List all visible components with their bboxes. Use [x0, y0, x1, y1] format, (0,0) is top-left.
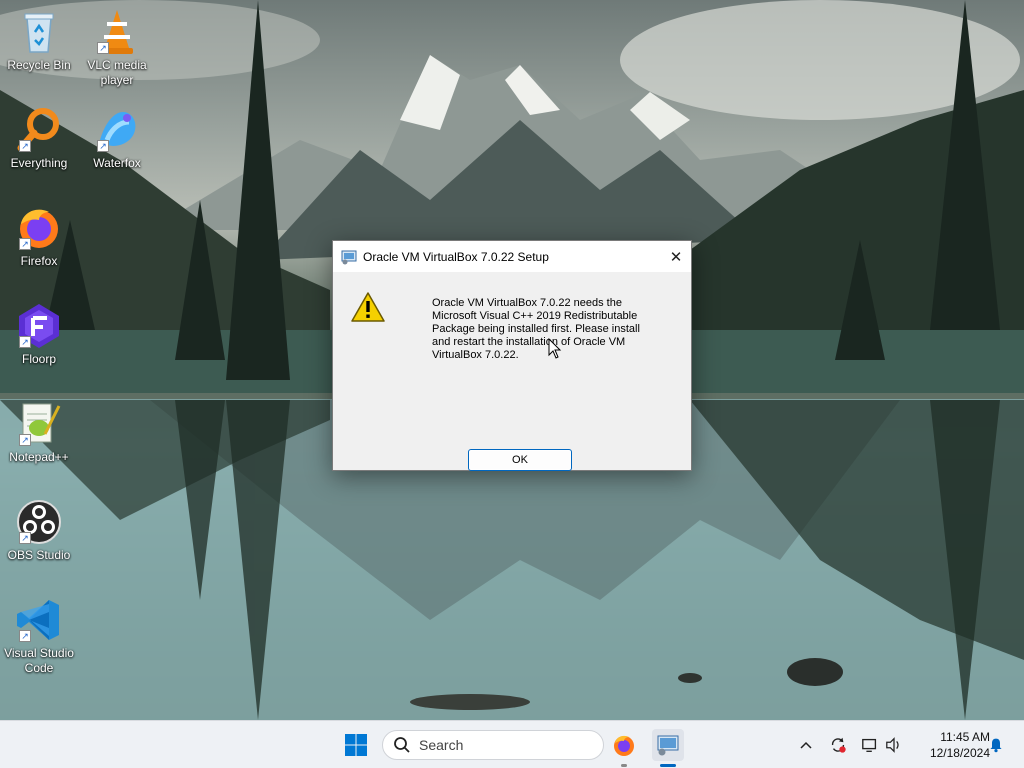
- desktop-icon-label: Everything: [10, 156, 68, 170]
- desktop-icon-notepadpp[interactable]: ↗ Notepad++: [0, 400, 78, 465]
- desktop-icon-firefox[interactable]: ↗ Firefox: [0, 204, 78, 269]
- desktop-icon-label: Waterfox: [93, 156, 141, 170]
- vscode-icon: ↗: [15, 596, 63, 644]
- desktop-icon-vlc[interactable]: ↗ VLC media player: [78, 8, 156, 88]
- shortcut-arrow-icon: ↗: [19, 336, 31, 348]
- desktop-icon-label: Recycle Bin: [7, 58, 71, 72]
- desktop-icon-everything[interactable]: ↗ Everything: [0, 106, 78, 171]
- virtualbox-setup-icon: [341, 249, 357, 265]
- virtualbox-setup-icon: [657, 735, 679, 756]
- warning-icon: [351, 292, 385, 322]
- setup-dialog: Oracle VM VirtualBox 7.0.22 Setup ✕ Orac…: [332, 240, 692, 471]
- mouse-cursor-icon: [548, 338, 562, 359]
- search-placeholder: Search: [419, 737, 464, 753]
- desktop-icon-waterfox[interactable]: ↗ Waterfox: [78, 106, 156, 171]
- desktop-icon-recycle-bin[interactable]: Recycle Bin: [0, 8, 78, 73]
- close-button[interactable]: ✕: [661, 241, 691, 272]
- dialog-body: Oracle VM VirtualBox 7.0.22 needs the Mi…: [333, 272, 691, 472]
- desktop-icon-label: Floorp: [21, 352, 56, 366]
- ok-button[interactable]: OK: [468, 449, 572, 471]
- shortcut-arrow-icon: ↗: [19, 140, 31, 152]
- taskbar-clock[interactable]: 11:45 AM 12/18/2024: [912, 729, 990, 761]
- taskbar-search[interactable]: Search: [382, 730, 604, 760]
- volume-icon: [886, 737, 899, 753]
- dialog-message: Oracle VM VirtualBox 7.0.22 needs the Mi…: [432, 297, 640, 361]
- shortcut-arrow-icon: ↗: [97, 140, 109, 152]
- shortcut-arrow-icon: ↗: [19, 532, 31, 544]
- clock-time: 11:45 AM: [940, 730, 990, 744]
- shortcut-arrow-icon: ↗: [97, 42, 109, 54]
- obs-icon: ↗: [15, 498, 63, 546]
- waterfox-icon: ↗: [93, 106, 141, 154]
- search-icon: [394, 737, 410, 753]
- everything-search-icon: ↗: [15, 106, 63, 154]
- desktop-icon-label: Firefox: [20, 254, 58, 268]
- clock-date: 12/18/2024: [929, 746, 990, 760]
- taskbar-firefox[interactable]: [608, 729, 640, 767]
- tray-network[interactable]: [860, 735, 880, 755]
- dialog-title: Oracle VM VirtualBox 7.0.22 Setup: [363, 249, 549, 264]
- notepadpp-icon: ↗: [15, 400, 63, 448]
- desktop-icon-label: OBS Studio: [7, 548, 71, 562]
- shortcut-arrow-icon: ↗: [19, 238, 31, 250]
- chevron-up-icon: [800, 741, 812, 749]
- floorp-icon: ↗: [15, 302, 63, 350]
- dialog-titlebar[interactable]: Oracle VM VirtualBox 7.0.22 Setup ✕: [333, 241, 691, 272]
- vlc-icon: ↗: [93, 8, 141, 56]
- taskbar: Search 11:45 AM 12/18/2024: [0, 720, 1024, 768]
- desktop-icon-obs[interactable]: ↗ OBS Studio: [0, 498, 78, 563]
- notifications-button[interactable]: [986, 735, 1006, 755]
- shortcut-arrow-icon: ↗: [19, 434, 31, 446]
- bell-icon: [990, 738, 1002, 753]
- firefox-icon: ↗: [15, 204, 63, 252]
- close-icon: ✕: [669, 248, 683, 266]
- firefox-icon: [614, 735, 634, 756]
- desktop-icon-label: Notepad++: [9, 450, 69, 464]
- sync-icon: [831, 737, 846, 753]
- desktop-icon-floorp[interactable]: ↗ Floorp: [0, 302, 78, 367]
- recycle-bin-icon: [15, 8, 63, 56]
- shortcut-arrow-icon: ↗: [19, 630, 31, 642]
- running-indicator: [621, 764, 627, 767]
- taskbar-virtualbox-setup[interactable]: [652, 729, 684, 767]
- tray-sync[interactable]: [828, 735, 848, 755]
- desktop-icon-label: VLC media player: [87, 58, 147, 87]
- network-icon: [862, 738, 877, 752]
- desktop-icon-label: Visual Studio Code: [4, 646, 74, 675]
- windows-logo-icon: [345, 734, 367, 756]
- start-button[interactable]: [340, 729, 372, 761]
- show-hidden-icons-button[interactable]: [796, 735, 816, 755]
- desktop-icon-vscode[interactable]: ↗ Visual Studio Code: [0, 596, 78, 676]
- tray-volume[interactable]: [884, 735, 904, 755]
- active-indicator: [660, 764, 676, 767]
